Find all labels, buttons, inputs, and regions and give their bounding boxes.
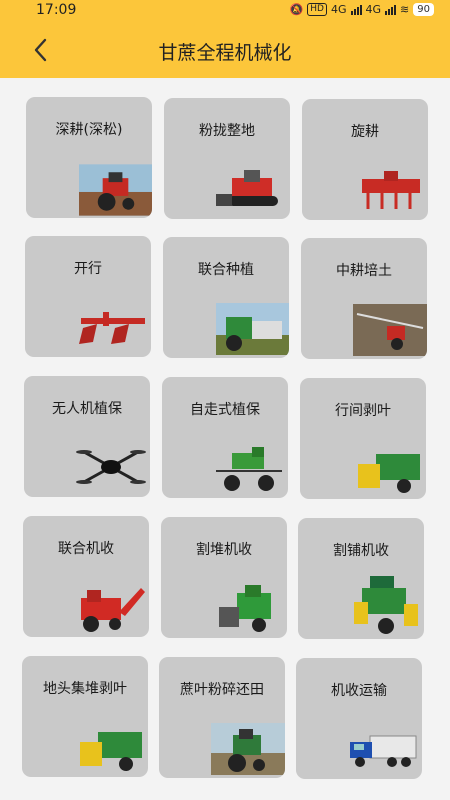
red-crawler-rotary-tiller-photo	[214, 164, 288, 216]
card-self-propelled-protection[interactable]: 自走式植保	[162, 377, 288, 498]
card-label: 深耕(深松)	[55, 122, 123, 138]
signal-icon-2	[385, 4, 397, 15]
card-label: 中耕培土	[336, 263, 392, 279]
signal-icon	[350, 4, 362, 15]
mute-bell-icon: 🔕	[289, 3, 304, 16]
card-label: 无人机植保	[52, 401, 122, 417]
black-spray-drone-photo	[74, 442, 148, 494]
red-cultivator-field-photo	[353, 304, 427, 356]
card-harvest-transport[interactable]: 机收运输	[296, 658, 422, 779]
status-icons: 🔕 HD 4G 4G ≋ 90	[290, 3, 434, 16]
hd-badge: HD	[307, 3, 327, 16]
card-label: 割堆机收	[196, 542, 252, 558]
card-label: 蔗叶粉碎还田	[180, 682, 264, 698]
battery-indicator: 90	[413, 3, 434, 16]
card-field-pile-stripping[interactable]: 地头集堆剥叶	[22, 656, 148, 777]
blue-transport-truck-photo	[346, 724, 420, 776]
card-label: 地头集堆剥叶	[43, 681, 127, 697]
card-pile-harvesting[interactable]: 割堆机收	[161, 517, 287, 638]
card-rotary-tillage[interactable]: 旋耕	[302, 99, 428, 220]
card-combined-planting[interactable]: 联合种植	[163, 237, 289, 358]
green-tractor-leaf-shredder-photo	[211, 723, 285, 775]
red-tractor-subsoiler-photo	[79, 164, 152, 216]
card-label: 开行	[74, 261, 102, 277]
green-windrow-harvester-photo	[348, 574, 422, 636]
green-interrow-leaf-stripper-photo	[352, 444, 426, 496]
status-time: 17:09	[36, 2, 77, 18]
card-label: 粉拢整地	[199, 123, 255, 139]
green-self-propelled-sprayer-photo	[212, 443, 286, 495]
card-land-preparation[interactable]: 粉拢整地	[164, 98, 290, 219]
card-label: 联合种植	[198, 262, 254, 278]
card-label: 割铺机收	[333, 543, 389, 559]
card-label: 行间剥叶	[335, 403, 391, 419]
red-combine-harvester-photo	[75, 582, 149, 634]
card-label: 自走式植保	[190, 402, 260, 418]
card-label: 机收运输	[331, 683, 387, 699]
wifi-icon: ≋	[400, 3, 410, 16]
card-label: 旋耕	[351, 124, 379, 140]
red-rotary-tiller-photo	[354, 165, 428, 217]
card-deep-tillage[interactable]: 深耕(深松)	[26, 97, 152, 218]
green-field-pile-stripper-photo	[74, 722, 148, 774]
network-label-2: 4G	[365, 3, 382, 16]
card-leaf-shredding-return[interactable]: 蔗叶粉碎还田	[159, 657, 285, 778]
red-ridger-plough-photo	[75, 302, 149, 354]
status-bar: 17:09 🔕 HD 4G 4G ≋ 90	[0, 0, 450, 22]
green-tractor-planter-field-photo	[216, 303, 289, 355]
app-header: 17:09 🔕 HD 4G 4G ≋ 90 甘蔗全程机械化	[0, 0, 450, 78]
green-pile-harvester-photo	[211, 583, 285, 635]
card-windrow-harvesting[interactable]: 割铺机收	[298, 518, 424, 639]
card-cultivation-hilling[interactable]: 中耕培土	[301, 238, 427, 359]
network-label-1: 4G	[330, 3, 347, 16]
card-furrowing[interactable]: 开行	[25, 236, 151, 357]
card-drone-protection[interactable]: 无人机植保	[24, 376, 150, 497]
page-title: 甘蔗全程机械化	[158, 42, 292, 64]
card-label: 联合机收	[58, 541, 114, 557]
card-interrow-leaf-stripping[interactable]: 行间剥叶	[300, 378, 426, 499]
card-combined-harvesting[interactable]: 联合机收	[23, 516, 149, 637]
